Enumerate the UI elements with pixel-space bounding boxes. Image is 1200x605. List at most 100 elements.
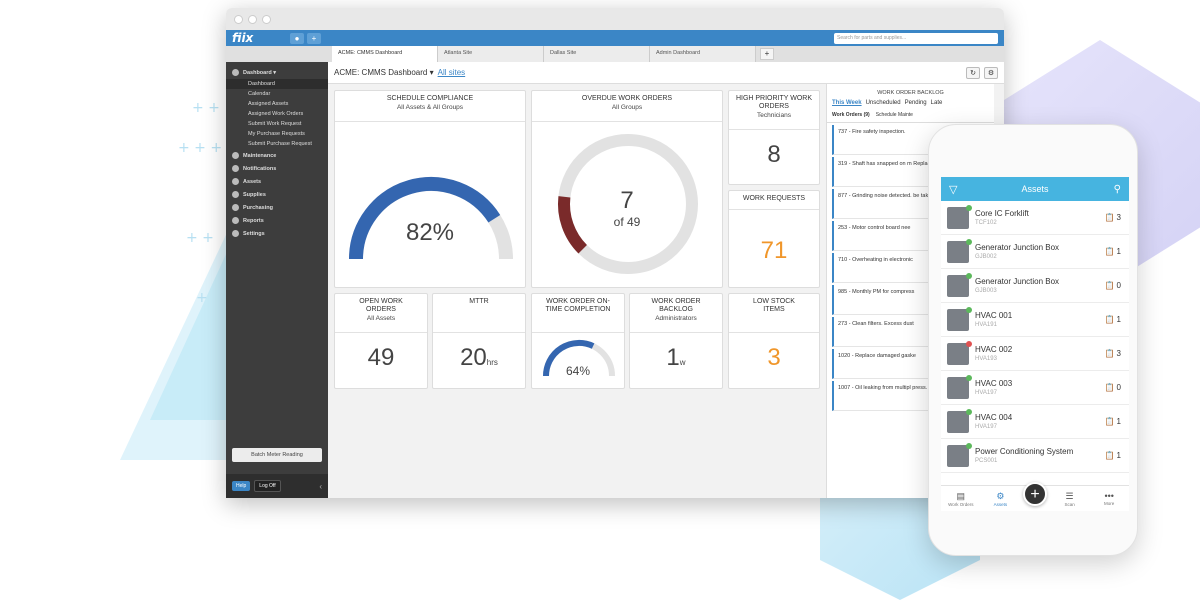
nav-more[interactable]: ••• More	[1092, 491, 1126, 506]
asset-row[interactable]: Core IC Forklift TCF102 📋 3	[941, 201, 1129, 235]
status-dot	[966, 340, 972, 347]
sidebar-sub-dashboard[interactable]: Dashboard	[226, 79, 328, 89]
schedule-compliance-panel[interactable]: SCHEDULE COMPLIANCE All Assets & All Gro…	[334, 90, 526, 288]
sidebar-sub-assigned-work-orders[interactable]: Assigned Work Orders	[226, 109, 328, 119]
asset-list: Core IC Forklift TCF102 📋 3 Generator Junct…	[941, 201, 1129, 473]
sidebar-sub-submit-purchase-request[interactable]: Submit Purchase Request	[226, 139, 328, 149]
tab-admin-dashboard[interactable]: Admin Dashboard	[650, 46, 756, 62]
asset-row[interactable]: HVAC 002 HVA193 📋 3	[941, 337, 1129, 371]
clipboard-icon: 📋	[1104, 315, 1115, 324]
box-icon	[232, 178, 239, 185]
sidebar-item-assets[interactable]: Assets	[226, 175, 328, 188]
high-priority-panel[interactable]: HIGH PRIORITY WORK ORDERS Technicians 8	[728, 90, 820, 185]
panel-title: WORK REQUESTS	[742, 195, 806, 202]
asset-row[interactable]: HVAC 003 HVA197 📋 0	[941, 371, 1129, 405]
nav-work-orders[interactable]: ▤ Work Orders	[944, 491, 978, 507]
backlog-tab-pending[interactable]: Pending	[905, 100, 927, 106]
status-dot	[966, 238, 972, 245]
sidebar-item-reports[interactable]: Reports	[226, 214, 328, 227]
asset-row[interactable]: Generator Junction Box GJB002 📋 1	[941, 235, 1129, 269]
divider	[433, 332, 525, 333]
asset-code: GJB003	[975, 288, 997, 294]
mttr-value: 20	[460, 344, 487, 371]
window-minimize-dot[interactable]	[248, 14, 257, 24]
clipboard-icon: 📋	[1104, 383, 1115, 392]
assets-nav-icon: ⚙	[996, 490, 1005, 501]
panel-title: OPEN WORK ORDERS	[359, 298, 403, 313]
status-dot	[966, 272, 972, 279]
backlog-tab-late[interactable]: Late	[931, 100, 943, 106]
count-value: 3	[1116, 349, 1121, 358]
asset-code: TCF102	[975, 220, 997, 226]
sidebar-item-maintenance[interactable]: Maintenance	[226, 149, 328, 162]
filter-icon[interactable]: ▽	[949, 183, 957, 196]
search-icon[interactable]: ⚲	[1114, 184, 1121, 195]
batch-meter-reading-button[interactable]: Batch Meter Reading	[232, 448, 322, 462]
backlog-tab-this-week[interactable]: This Week	[832, 100, 862, 106]
panel-title: HIGH PRIORITY WORK ORDERS	[735, 95, 813, 110]
asset-row[interactable]: Generator Junction Box GJB003 📋 0	[941, 269, 1129, 303]
asset-text: Generator Junction Box GJB002	[975, 243, 1059, 260]
sidebar-item-notifications[interactable]: Notifications	[226, 162, 328, 175]
nav-assets[interactable]: ⚙ Assets	[983, 491, 1017, 507]
open-work-orders-panel[interactable]: OPEN WORK ORDERS All Assets 49	[334, 293, 428, 389]
sidebar-item-dashboard[interactable]: Dashboard ▾	[226, 66, 328, 79]
asset-row[interactable]: HVAC 001 HVA191 📋 1	[941, 303, 1129, 337]
divider	[729, 332, 819, 333]
dashboard-title[interactable]: ACME: CMMS Dashboard ▾	[334, 68, 434, 77]
tab-cmms-dashboard[interactable]: ACME: CMMS Dashboard	[332, 46, 438, 62]
subtab-work-orders[interactable]: Work Orders (9)	[832, 112, 870, 118]
add-icon[interactable]: +	[307, 32, 321, 44]
chat-icon	[232, 165, 239, 172]
sidebar-sub-assigned-assets[interactable]: Assigned Assets	[226, 99, 328, 109]
collapse-sidebar-icon[interactable]: ‹	[319, 482, 322, 491]
phone-screen: ▽ Assets ⚲ Core IC Forklift TCF102 📋 3 Gene…	[941, 177, 1129, 511]
asset-thumbnail	[947, 238, 972, 263]
overdue-value: 7	[620, 187, 634, 214]
subtab-schedule-maintenance[interactable]: Schedule Mainte	[876, 112, 913, 118]
sidebar-item-purchasing[interactable]: Purchasing	[226, 201, 328, 214]
backlog-tabs: This Week Unscheduled Pending Late	[827, 96, 994, 108]
backlog-unit: w	[679, 358, 686, 367]
logoff-button[interactable]: Log Off	[254, 480, 281, 492]
mttr-panel[interactable]: MTTR 20hrs	[432, 293, 526, 389]
backlog-tab-unscheduled[interactable]: Unscheduled	[866, 100, 901, 106]
settings-gear-icon[interactable]: ⚙	[984, 66, 998, 79]
sidebar-item-supplies[interactable]: Supplies	[226, 188, 328, 201]
overdue-work-orders-panel[interactable]: OVERDUE WORK ORDERS All Groups 7 of 49	[531, 90, 723, 288]
asset-name: HVAC 002	[975, 345, 1013, 354]
panel-title: WORK ORDER ON-TIME COMPLETION	[545, 298, 611, 313]
low-stock-panel[interactable]: LOW STOCK ITEMS 3	[728, 293, 820, 389]
tab-atlanta-site[interactable]: Atlanta Site	[438, 46, 544, 62]
asset-row[interactable]: HVAC 004 HVA197 📋 1	[941, 405, 1129, 439]
sidebar-item-label: Purchasing	[243, 204, 273, 211]
work-requests-panel[interactable]: WORK REQUESTS 71	[728, 190, 820, 288]
work-order-backlog-panel[interactable]: WORK ORDER BACKLOG Administrators 1w	[629, 293, 723, 389]
schedule-gauge	[349, 177, 513, 260]
sidebar-sub-my-purchase-requests[interactable]: My Purchase Requests	[226, 129, 328, 139]
asset-code: HVA197	[975, 424, 997, 430]
tab-dallas-site[interactable]: Dallas Site	[544, 46, 650, 62]
sidebar-sub-submit-work-request[interactable]: Submit Work Request	[226, 119, 328, 129]
help-button[interactable]: Help	[232, 481, 251, 491]
add-tab-button[interactable]: +	[760, 48, 774, 60]
window-maximize-dot[interactable]	[262, 14, 271, 24]
dashboard-header: ACME: CMMS Dashboard ▾ All sites ↻ ⚙	[328, 62, 1004, 84]
status-dot	[966, 204, 972, 211]
window-close-dot[interactable]	[234, 14, 243, 24]
user-icon[interactable]: ●	[290, 32, 304, 44]
search-input[interactable]: Search for parts and supplies...	[834, 32, 998, 44]
sidebar-sub-calendar[interactable]: Calendar	[226, 89, 328, 99]
plus-decoration: + +	[186, 230, 214, 246]
refresh-icon[interactable]: ↻	[966, 66, 980, 79]
asset-name: Core IC Forklift	[975, 209, 1029, 218]
site-selector[interactable]: All sites	[438, 68, 466, 77]
nav-scan[interactable]: ☰ Scan	[1053, 491, 1087, 507]
asset-row[interactable]: Power Conditioning System PCS001 📋 1	[941, 439, 1129, 473]
work-order-count: 📋 3	[1105, 213, 1121, 222]
sidebar-item-settings[interactable]: Settings	[226, 227, 328, 240]
fiix-logo: fiix	[232, 31, 254, 45]
on-time-completion-panel[interactable]: WORK ORDER ON-TIME COMPLETION 64%	[531, 293, 625, 389]
add-fab-button[interactable]: +	[1022, 481, 1047, 506]
mttr-unit: hrs	[486, 358, 498, 367]
